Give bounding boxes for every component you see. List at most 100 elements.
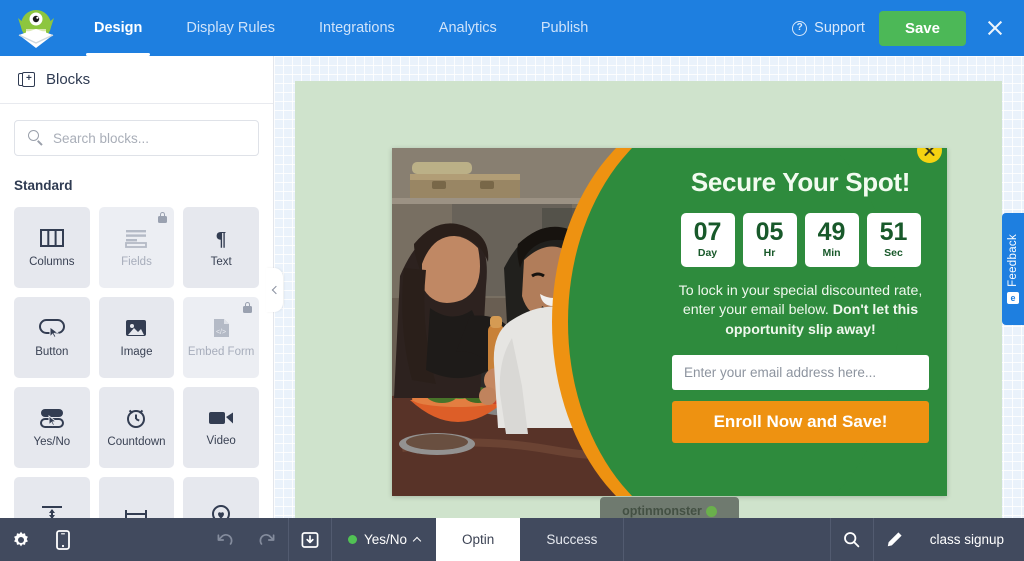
search-blocks-wrap [0, 104, 273, 156]
countdown-cell-day: 07 Day [680, 212, 735, 267]
optinmonster-badge-icon [705, 505, 717, 517]
history-tools [204, 518, 288, 561]
block-item-image[interactable]: Image [98, 297, 175, 378]
main-nav-tabs: Design Display Rules Integrations Analyt… [72, 0, 610, 56]
nav-tab-display-rules[interactable]: Display Rules [164, 0, 297, 56]
countdown-value-hr: 05 [755, 218, 784, 247]
block-label-embed-form: Embed Form [187, 345, 255, 358]
chevron-up-icon [412, 536, 422, 546]
yes-no-icon [39, 408, 64, 428]
block-label-fields: Fields [121, 255, 152, 268]
popup-content: Secure Your Spot! 07 Day 05 Hr 49 Min 51… [654, 148, 947, 496]
fields-icon [125, 229, 148, 248]
popup-campaign-preview[interactable]: Secure Your Spot! 07 Day 05 Hr 49 Min 51… [392, 148, 947, 496]
svg-text:¶: ¶ [216, 228, 227, 248]
embed-form-icon: </> [214, 318, 230, 337]
email-field[interactable] [672, 355, 929, 391]
chevron-left-icon [271, 285, 281, 295]
save-button[interactable]: Save [878, 10, 966, 46]
campaign-name[interactable]: class signup [916, 518, 1024, 561]
top-navigation-bar: Design Display Rules Integrations Analyt… [0, 0, 1024, 56]
columns-icon [39, 228, 64, 247]
block-item-social[interactable] [183, 477, 259, 518]
optinmonster-mascot-logo [18, 10, 54, 48]
countdown-cell-hr: 05 Hr [742, 212, 797, 267]
feedback-icon: e [1007, 292, 1019, 305]
lock-icon [158, 212, 168, 223]
tab-success-label: Success [546, 532, 598, 547]
tab-success[interactable]: Success [520, 518, 623, 561]
optinmonster-attribution-badge[interactable]: optinmonster [600, 497, 739, 518]
campaign-state-label: Yes/No [364, 532, 408, 547]
block-item-embed-form[interactable]: </> Embed Form [183, 297, 259, 378]
nav-tab-publish[interactable]: Publish [519, 0, 611, 56]
spacer-icon [41, 505, 62, 518]
close-icon[interactable] [980, 13, 1010, 43]
countdown-value-day: 07 [693, 218, 722, 247]
tab-optin-label: Optin [462, 532, 495, 547]
support-link[interactable]: ? Support [792, 20, 865, 36]
pencil-edit-icon [888, 532, 902, 547]
block-item-yes-no[interactable]: Yes/No [14, 387, 90, 468]
countdown-value-sec: 51 [879, 218, 908, 247]
blocks-sidebar: + Blocks Standard Columns [0, 56, 274, 518]
app-logo[interactable] [0, 0, 72, 56]
countdown-value-min: 49 [817, 218, 846, 247]
search-blocks-box[interactable] [14, 120, 259, 156]
campaign-state-selector[interactable]: Yes/No [332, 518, 436, 561]
block-item-countdown[interactable]: Countdown [98, 387, 175, 468]
image-icon [126, 319, 147, 336]
edit-campaign-name-button[interactable] [874, 518, 916, 561]
enroll-cta-button[interactable]: Enroll Now and Save! [672, 401, 929, 444]
sidebar-header: + Blocks [0, 56, 273, 104]
nav-tab-design-label: Design [94, 20, 143, 36]
undo-icon [217, 533, 233, 545]
campaign-canvas: Secure Your Spot! 07 Day 05 Hr 49 Min 51… [274, 56, 1024, 518]
block-label-yes-no: Yes/No [33, 435, 71, 448]
save-template-button[interactable] [289, 518, 331, 561]
add-block-icon: + [18, 71, 36, 89]
block-item-button[interactable]: Button [14, 297, 90, 378]
countdown-timer: 07 Day 05 Hr 49 Min 51 Sec [672, 212, 929, 267]
nav-tab-integrations[interactable]: Integrations [297, 0, 417, 56]
feedback-tab[interactable]: Feedback e [1002, 213, 1024, 325]
block-item-spacer[interactable] [14, 477, 90, 518]
nav-tab-analytics[interactable]: Analytics [417, 0, 519, 56]
popup-headline: Secure Your Spot! [690, 167, 911, 197]
support-label: Support [814, 20, 865, 36]
redo-button[interactable] [246, 518, 288, 561]
popup-close-icon[interactable] [917, 148, 942, 163]
video-camera-icon [209, 411, 234, 424]
settings-button[interactable] [0, 518, 42, 561]
blocks-grid: Columns Fields ¶ Text Button Image </> E… [0, 193, 273, 518]
bottom-left-tools [0, 518, 84, 561]
block-label-columns: Columns [29, 255, 75, 268]
preview-page-background: Secure Your Spot! 07 Day 05 Hr 49 Min 51… [295, 81, 1002, 518]
optinmonster-campaign-builder: Design Display Rules Integrations Analyt… [0, 0, 1024, 561]
button-icon [38, 318, 65, 338]
countdown-unit-sec: Sec [884, 247, 903, 260]
block-item-video[interactable]: Video [183, 387, 259, 468]
bottom-toolbar: Yes/No Optin Success class signup [0, 518, 1024, 561]
svg-text:</>: </> [216, 329, 226, 336]
block-item-divider[interactable] [98, 477, 175, 518]
feedback-label: Feedback [1007, 233, 1019, 287]
top-nav-actions: ? Support Save [792, 10, 1024, 46]
sidebar-collapse-handle[interactable] [266, 268, 283, 312]
nav-tab-design[interactable]: Design [72, 0, 164, 56]
block-label-button: Button [35, 345, 69, 358]
state-status-dot [348, 535, 357, 544]
block-item-fields[interactable]: Fields [98, 207, 175, 288]
block-item-columns[interactable]: Columns [14, 207, 90, 288]
block-label-image: Image [120, 345, 153, 358]
tab-optin[interactable]: Optin [436, 518, 521, 561]
block-item-text[interactable]: ¶ Text [183, 207, 259, 288]
question-circle-icon: ? [792, 20, 808, 36]
undo-button[interactable] [204, 518, 246, 561]
search-button[interactable] [831, 518, 873, 561]
mobile-preview-button[interactable] [42, 518, 84, 561]
search-icon [28, 130, 39, 141]
lock-icon [242, 302, 252, 313]
search-blocks-input[interactable] [53, 130, 258, 146]
